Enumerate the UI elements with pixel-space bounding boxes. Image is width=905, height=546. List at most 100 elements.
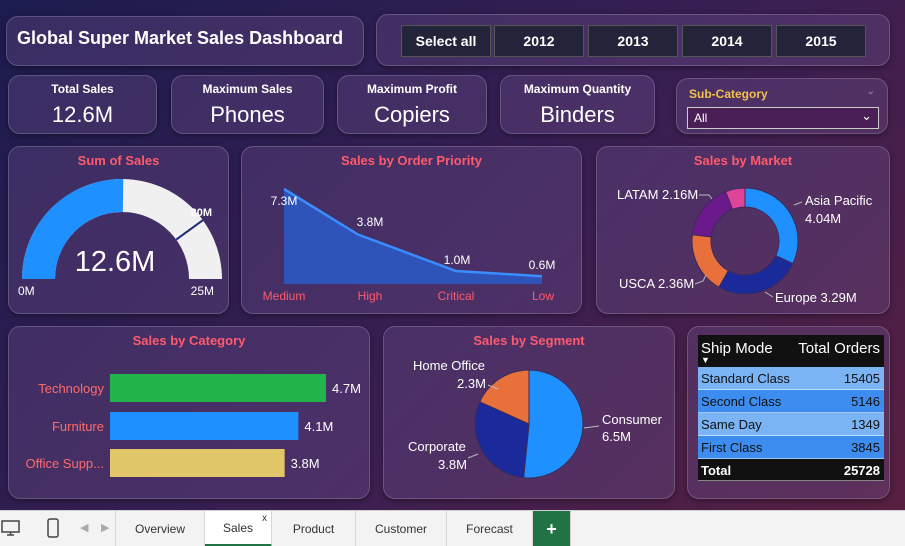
- segment-label-consumer-name: Consumer: [602, 412, 663, 427]
- column-header-total-orders[interactable]: Total Orders: [798, 340, 880, 357]
- close-icon[interactable]: x: [262, 513, 267, 524]
- area-fill: [284, 189, 542, 284]
- cell-total-orders: 15405: [843, 371, 880, 386]
- sort-down-icon[interactable]: ▼: [701, 355, 710, 365]
- bar-value-label: 4.1M: [304, 419, 333, 434]
- data-label: 1.0M: [444, 253, 471, 267]
- pie-slice: [523, 369, 584, 479]
- gauge-value-label: 12.6M: [75, 246, 156, 278]
- bar-category-label: Technology: [38, 381, 104, 396]
- sum-of-sales-gauge[interactable]: Sum of Sales 20M 12.6M 0M 25M: [8, 146, 229, 314]
- tab-forecast[interactable]: Forecast: [447, 511, 533, 546]
- year-2015-button[interactable]: 2015: [776, 25, 866, 57]
- mobile-view-icon[interactable]: [47, 518, 59, 538]
- segment-label-home-office-name: Home Office: [413, 358, 485, 373]
- bar-chart-svg: 4.7M Technology 4.1M Furniture 3.8M Office Su…: [25, 374, 361, 477]
- segment-label-corporate-name: Corporate: [408, 439, 466, 454]
- segment-label-corporate-value: 3.8M: [438, 457, 467, 472]
- x-tick-label: Critical: [438, 289, 475, 303]
- market-label-asia-value: 4.04M: [805, 211, 841, 226]
- bar-value-label: 4.7M: [332, 381, 361, 396]
- column-header-ship-mode[interactable]: Ship Mode: [701, 340, 773, 357]
- kpi-value: Phones: [210, 102, 285, 127]
- bar-category-label: Furniture: [52, 419, 104, 434]
- table-header: Ship Mode Total Orders ▼: [698, 335, 884, 367]
- tab-customer[interactable]: Customer: [356, 511, 447, 546]
- callout-line: [467, 453, 479, 459]
- subcategory-dropdown[interactable]: All ⌄: [687, 107, 879, 129]
- table-row[interactable]: First Class 3845: [698, 436, 884, 459]
- desktop-view-icon[interactable]: [1, 520, 21, 536]
- callout-line: [793, 201, 803, 206]
- cell-total-orders: 3845: [851, 440, 880, 455]
- sheet-tab-bar: ◀ ▶ Overview Sales x Product Customer Fo…: [0, 510, 905, 546]
- kpi-max-quantity: Maximum Quantity Binders: [500, 75, 655, 134]
- donut-slice: [718, 254, 794, 295]
- kpi-total-sales: Total Sales 12.6M: [8, 75, 157, 134]
- cell-ship-mode: Second Class: [701, 394, 782, 409]
- market-label-asia-name: Asia Pacific: [805, 193, 873, 208]
- cell-ship-mode: First Class: [701, 440, 763, 455]
- kpi-label: Maximum Sales: [202, 82, 293, 96]
- tab-overview[interactable]: Overview: [115, 511, 205, 546]
- chevron-down-icon: ⌄: [861, 108, 872, 123]
- gauge-max-label: 25M: [191, 284, 214, 298]
- kpi-label: Total Sales: [51, 82, 114, 96]
- tab-sales[interactable]: Sales x: [205, 511, 272, 546]
- market-label-europe: Europe 3.29M: [775, 290, 857, 305]
- cell-ship-mode: Standard Class: [701, 371, 790, 386]
- market-label-usca: USCA 2.36M: [619, 276, 694, 291]
- subcategory-slicer: Sub-Category ⌄ All ⌄: [676, 78, 888, 134]
- segment-label-consumer-value: 6.5M: [602, 429, 631, 444]
- table-row[interactable]: Second Class 5146: [698, 390, 884, 413]
- donut-chart-svg: LATAM 2.16M Asia Pacific 4.04M USCA 2.36…: [617, 187, 873, 305]
- total-value: 25728: [843, 463, 880, 478]
- x-tick-label: Low: [532, 289, 554, 303]
- segment-label-home-office-value: 2.3M: [457, 376, 486, 391]
- sales-by-market-chart[interactable]: Sales by Market LATAM 2.16M Asia Pacific…: [596, 146, 890, 314]
- kpi-value: Binders: [540, 102, 615, 127]
- data-label: 0.6M: [529, 258, 556, 272]
- bar-value-label: 3.8M: [291, 456, 320, 471]
- gauge-target-label: 20M: [191, 207, 212, 219]
- donut-slice: [691, 234, 729, 288]
- kpi-max-sales: Maximum Sales Phones: [171, 75, 324, 134]
- year-select-all-button[interactable]: Select all: [401, 25, 491, 57]
- data-label: 7.3M: [271, 194, 298, 208]
- ship-mode-table[interactable]: Ship Mode Total Orders ▼ Standard Class …: [698, 335, 884, 481]
- year-2014-button[interactable]: 2014: [682, 25, 772, 57]
- table-total-row: Total 25728: [698, 459, 884, 481]
- year-slicer: Select all 2012 2013 2014 2015: [376, 14, 890, 66]
- add-tab-button[interactable]: +: [533, 511, 571, 546]
- donut-slice: [744, 187, 799, 265]
- callout-line: [699, 194, 713, 200]
- year-2013-button[interactable]: 2013: [588, 25, 678, 57]
- order-priority-chart[interactable]: Sales by Order Priority 7.3M 3.8M 1.0M 0.6M…: [241, 146, 582, 314]
- bar: [110, 412, 299, 440]
- table-row[interactable]: Same Day 1349: [698, 413, 884, 436]
- gauge-svg: 20M 12.6M 0M 25M: [18, 179, 222, 298]
- sales-by-segment-chart[interactable]: Sales by Segment Consumer 6.5M Corporate…: [383, 326, 675, 499]
- kpi-max-profit: Maximum Profit Copiers: [337, 75, 487, 134]
- sales-by-category-chart[interactable]: Sales by Category 4.7M Technology 4.1M Furn…: [8, 326, 370, 499]
- kpi-label: Maximum Profit: [366, 82, 457, 96]
- pie-chart-svg: Consumer 6.5M Corporate 3.8M Home Office…: [408, 358, 663, 479]
- year-2012-button[interactable]: 2012: [494, 25, 584, 57]
- callout-line: [764, 291, 774, 298]
- tab-product[interactable]: Product: [272, 511, 356, 546]
- table-row[interactable]: Standard Class 15405: [698, 367, 884, 390]
- x-tick-label: High: [358, 289, 383, 303]
- tab-label: Sales: [222, 520, 254, 535]
- tab-scroll-left-icon[interactable]: ◀: [80, 521, 88, 534]
- area-chart-svg: 7.3M 3.8M 1.0M 0.6M Medium High Critical Low: [263, 187, 556, 303]
- bar-category-label: Office Supp...: [25, 456, 104, 471]
- kpi-value: Copiers: [374, 102, 450, 127]
- market-label-latam: LATAM 2.16M: [617, 187, 698, 202]
- callout-line: [694, 274, 707, 285]
- cell-total-orders: 1349: [851, 417, 880, 432]
- cell-ship-mode: Same Day: [701, 417, 762, 432]
- cell-total-orders: 5146: [851, 394, 880, 409]
- gauge-min-label: 0M: [18, 284, 35, 298]
- chevron-down-icon[interactable]: ⌄: [867, 86, 875, 97]
- tab-scroll-right-icon[interactable]: ▶: [101, 521, 109, 534]
